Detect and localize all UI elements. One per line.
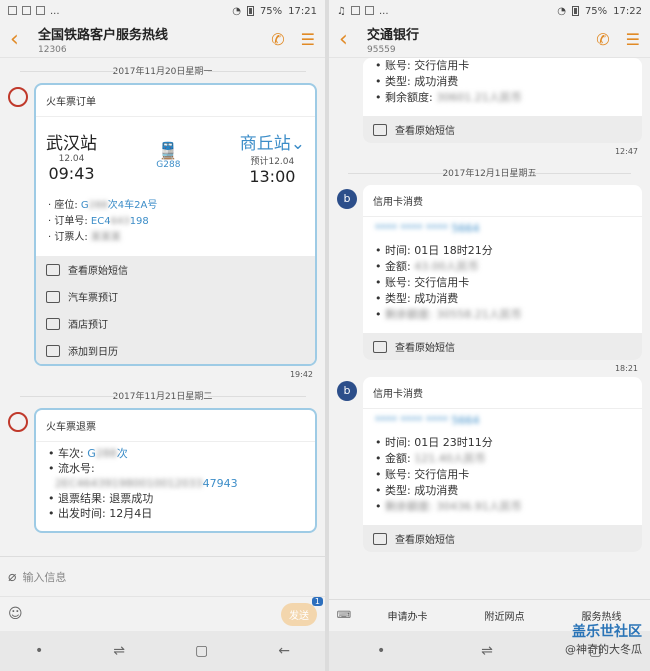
credit-card-sms-card[interactable]: 信用卡消费 **** **** **** 5664 • 时间: 01日 18时2…: [363, 185, 642, 360]
bank-sms-card[interactable]: • 账号: 交行信用卡 • 类型: 成功消费 • 剩余额度: 30601.21人…: [363, 58, 642, 143]
message-credit-1: b 信用卡消费 **** **** **** 5664 • 时间: 01日 18…: [329, 185, 650, 360]
message-order: 火车票订单 武汉站 12.04 09:43 🚆 G288 商丘站⌄ 预计12.0…: [0, 83, 325, 366]
message-top: • 账号: 交行信用卡 • 类型: 成功消费 • 剩余额度: 30601.21人…: [329, 58, 650, 143]
to-date: 预计12.04: [250, 157, 295, 167]
refund-details: • 车次: G288次 • 流水号: 2EC464391980010012033…: [48, 447, 238, 520]
right-phone: ♫... ◔ 75% 17:22 ‹ 交通银行 95559 ✆ ☰ • 账号: …: [329, 0, 650, 671]
recents-icon[interactable]: ⇌: [113, 643, 125, 659]
message-icon: [373, 123, 387, 136]
message-refund: 火车票退票 • 车次: G288次 • 流水号: 2EC464391980010…: [0, 408, 325, 533]
screenshot: ... ◔ 75% 17:21 ‹ 全国铁路客户服务热线 12306 ✆ ☰ 2…: [0, 0, 650, 671]
left-phone: ... ◔ 75% 17:21 ‹ 全国铁路客户服务热线 12306 ✆ ☰ 2…: [0, 0, 325, 671]
bocom-logo-icon: b: [337, 381, 357, 401]
railway-logo-icon: [8, 412, 28, 432]
route-info: 武汉站 12.04 09:43 🚆 G288 商丘站⌄ 预计12.04 13:0…: [36, 117, 315, 194]
message-icon: [46, 263, 60, 276]
nav-bar: • ⇌ ▢ ←: [0, 631, 325, 671]
message-time: 18:21: [614, 364, 638, 373]
message-icon: [373, 340, 387, 353]
clock: 17:22: [613, 5, 642, 17]
add-calendar-button[interactable]: 添加到日历: [36, 337, 315, 364]
phone-icon[interactable]: ✆: [271, 30, 284, 49]
dot-icon[interactable]: •: [377, 643, 385, 659]
music-icon: ♫: [337, 5, 346, 17]
ticket-order-card[interactable]: 火车票订单 武汉站 12.04 09:43 🚆 G288 商丘站⌄ 预计12.0…: [34, 83, 317, 366]
battery-icon: [246, 6, 254, 16]
railway-logo-icon: [8, 87, 28, 107]
clock: 17:21: [288, 5, 317, 17]
ticket-icon: [46, 290, 60, 303]
message-time: 12:47: [614, 147, 638, 156]
battery-level: 75%: [259, 5, 283, 17]
contact-number: 95559: [367, 45, 396, 55]
recents-icon[interactable]: ⇌: [481, 643, 493, 659]
back-arrow-icon[interactable]: ←: [278, 643, 290, 659]
message-credit-2: b 信用卡消费 **** **** **** 5664 • 时间: 01日 23…: [329, 377, 650, 552]
bed-icon: [46, 317, 60, 330]
bus-ticket-button[interactable]: 汽车票预订: [36, 283, 315, 310]
image-icon: [364, 5, 374, 15]
attachment-icon[interactable]: ⌀: [8, 569, 16, 585]
from-date: 12.04: [58, 154, 85, 164]
train-icon: 🚆: [158, 141, 179, 160]
order-details: · 座位: G288次4车2A号 · 订单号: EC4643198 · 订票人:…: [48, 200, 158, 243]
status-bar: ... ◔ 75% 17:21: [0, 0, 325, 22]
bocom-logo-icon: b: [337, 189, 357, 209]
image-icon: [8, 5, 17, 15]
contact-name: 全国铁路客户服务热线: [38, 28, 169, 43]
keyboard-icon[interactable]: ⌨: [329, 610, 359, 621]
card-header: 信用卡消费: [363, 377, 642, 409]
conversation-header: ‹ 交通银行 95559 ✆ ☰: [329, 22, 650, 58]
message-time: 19:42: [289, 370, 313, 379]
hotel-booking-button[interactable]: 酒店预订: [36, 310, 315, 337]
image-icon: [350, 5, 360, 15]
back-icon[interactable]: ‹: [339, 27, 367, 52]
date-separator: 2017年11月20日星期一: [0, 64, 325, 77]
card-header: 火车票退票: [36, 410, 315, 442]
battery-level: 75%: [584, 5, 608, 17]
battery-icon: [571, 6, 579, 16]
sim-badge: 1: [311, 596, 323, 606]
compose-area: ⌀ 输入信息 ☺ 发送 1: [0, 556, 325, 631]
view-original-sms-button[interactable]: 查看原始短信: [363, 333, 642, 360]
send-button[interactable]: 发送 1: [281, 596, 323, 626]
image-icon: [22, 5, 31, 15]
status-bar: ♫... ◔ 75% 17:22: [337, 5, 642, 17]
date-separator: 2017年11月21日星期二: [0, 389, 325, 402]
emoji-icon[interactable]: ☺: [8, 606, 23, 622]
message-icon: [373, 532, 387, 545]
back-icon[interactable]: ‹: [10, 27, 38, 52]
message-input[interactable]: 输入信息: [22, 569, 66, 585]
phone-icon[interactable]: ✆: [596, 30, 609, 49]
credit-card-sms-card[interactable]: 信用卡消费 **** **** **** 5664 • 时间: 01日 23时1…: [363, 377, 642, 552]
train-number: G288: [156, 160, 181, 170]
to-station[interactable]: 商丘站⌄: [240, 129, 305, 154]
card-actions: 查看原始短信 汽车票预订 酒店预订 添加到日历: [36, 256, 315, 364]
dot-icon[interactable]: •: [35, 643, 43, 659]
watermark: 盖乐世社区 @神奇的大冬瓜: [565, 624, 642, 656]
conversation-header: ‹ 全国铁路客户服务热线 12306 ✆ ☰: [0, 22, 325, 58]
card-header: 火车票订单: [36, 85, 315, 117]
wifi-icon: ◔: [232, 5, 241, 17]
calendar-icon: [46, 344, 60, 357]
ticket-refund-card[interactable]: 火车票退票 • 车次: G288次 • 流水号: 2EC464391980010…: [34, 408, 317, 533]
menu-icon[interactable]: ☰: [626, 30, 640, 49]
home-icon[interactable]: ▢: [195, 643, 208, 659]
contact-number: 12306: [38, 45, 67, 55]
menu-icon[interactable]: ☰: [301, 30, 315, 49]
contact-name: 交通银行: [367, 28, 420, 43]
view-original-sms-button[interactable]: 查看原始短信: [36, 256, 315, 283]
to-time: 13:00: [249, 167, 296, 186]
view-original-sms-button[interactable]: 查看原始短信: [363, 116, 642, 143]
wifi-icon: ◔: [557, 5, 566, 17]
menu-apply-card[interactable]: 申请办卡: [359, 608, 456, 623]
view-original-sms-button[interactable]: 查看原始短信: [363, 525, 642, 552]
chevron-down-icon: ⌄: [290, 134, 305, 154]
date-separator: 2017年12月1日星期五: [329, 166, 650, 179]
from-time: 09:43: [48, 164, 95, 183]
card-header: 信用卡消费: [363, 185, 642, 217]
menu-nearby-branch[interactable]: 附近网点: [456, 608, 553, 623]
from-station: 武汉站: [46, 134, 97, 154]
image-icon: [36, 5, 45, 15]
